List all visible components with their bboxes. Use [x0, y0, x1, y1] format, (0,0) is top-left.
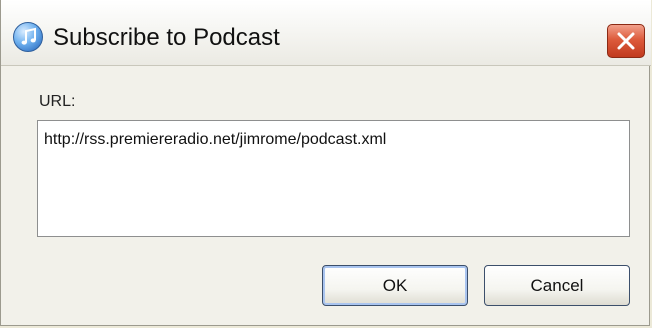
itunes-note-icon [13, 22, 43, 52]
close-button[interactable] [607, 24, 645, 58]
subscribe-dialog: Subscribe to Podcast URL: http://rss.pre… [0, 0, 651, 326]
title-bar[interactable]: Subscribe to Podcast [1, 0, 651, 66]
close-icon [617, 32, 635, 50]
dialog-title: Subscribe to Podcast [53, 24, 280, 51]
ok-button[interactable]: OK [322, 265, 468, 306]
cancel-button[interactable]: Cancel [484, 265, 630, 306]
url-label: URL: [39, 93, 76, 110]
url-input[interactable]: http://rss.premiereradio.net/jimrome/pod… [37, 120, 630, 237]
